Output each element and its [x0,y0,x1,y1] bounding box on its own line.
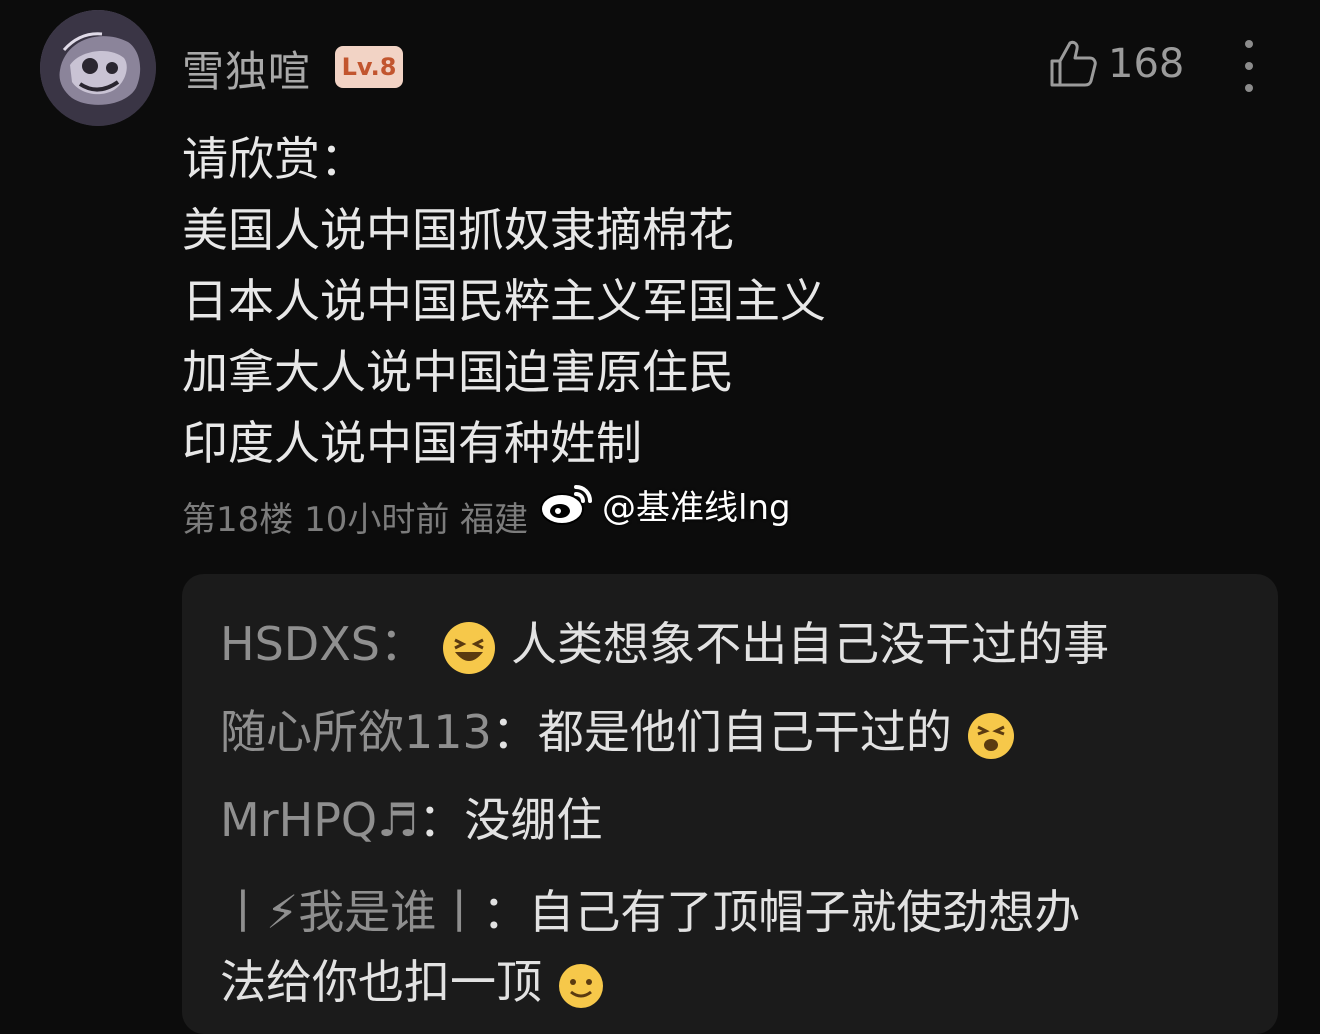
reply-item[interactable]: 丨⚡我是谁丨：自己有了顶帽子就使劲想办 [220,876,1080,942]
squinting-emoji-icon [968,712,1015,759]
reply-text: 没绷住 [464,793,603,847]
content-line: 印度人说中国有种姓制 [182,416,642,470]
reply-separator: ： [491,705,538,759]
dot [1245,40,1253,48]
reply-item[interactable]: MrHPQ♬：没绷住 [220,784,602,850]
post-content: 请欣赏： 美国人说中国抓奴隶摘棉花 日本人说中国民粹主义军国主义 加拿大人说中国… [182,124,826,479]
reply-author[interactable]: MrHPQ♬ [220,793,418,847]
reply-author[interactable]: 丨⚡我是谁丨 [220,885,482,939]
dot [1245,84,1253,92]
reply-separator: ： [379,617,426,671]
content-line: 美国人说中国抓奴隶摘棉花 [182,203,734,257]
thumbs-up-icon [1050,40,1097,87]
reply-item[interactable]: 随心所欲113：都是他们自己干过的 [220,696,1016,762]
smile-emoji-icon [558,963,603,1008]
level-badge: Lv.8 [335,46,403,88]
watermark: @基准线lng [538,478,791,530]
content-line: 日本人说中国民粹主义军国主义 [182,274,826,328]
reply-item-continuation: 法给你也扣一顶 [220,946,605,1012]
reply-text: 法给你也扣一顶 [220,955,542,1009]
reply-text: 人类想象不出自己没干过的事 [511,617,1110,671]
reply-item[interactable]: HSDXS： 人类想象不出自己没干过的事 [220,608,1109,676]
reply-separator: ： [482,885,529,939]
like-button[interactable]: 168 [1046,34,1184,94]
reply-text: 自己有了顶帽子就使劲想办 [528,885,1081,939]
weibo-icon [540,485,592,525]
post-meta: 第18楼 10小时前 福建 [182,500,529,540]
watermark-text: @基准线lng [602,487,791,528]
reply-text: 都是他们自己干过的 [537,705,952,759]
avatar[interactable] [40,10,156,126]
content-line: 请欣赏： [182,132,366,186]
content-line: 加拿大人说中国迫害原住民 [182,345,734,399]
reply-separator: ： [418,793,465,847]
like-count: 168 [1108,41,1185,87]
avatar-image [40,10,156,126]
username[interactable]: 雪独喧 [182,38,311,99]
laughing-emoji-icon [442,621,495,674]
reply-author[interactable]: HSDXS [220,617,380,671]
dot [1245,62,1253,70]
reply-author[interactable]: 随心所欲113 [220,705,492,759]
more-options-icon[interactable] [1236,40,1262,92]
